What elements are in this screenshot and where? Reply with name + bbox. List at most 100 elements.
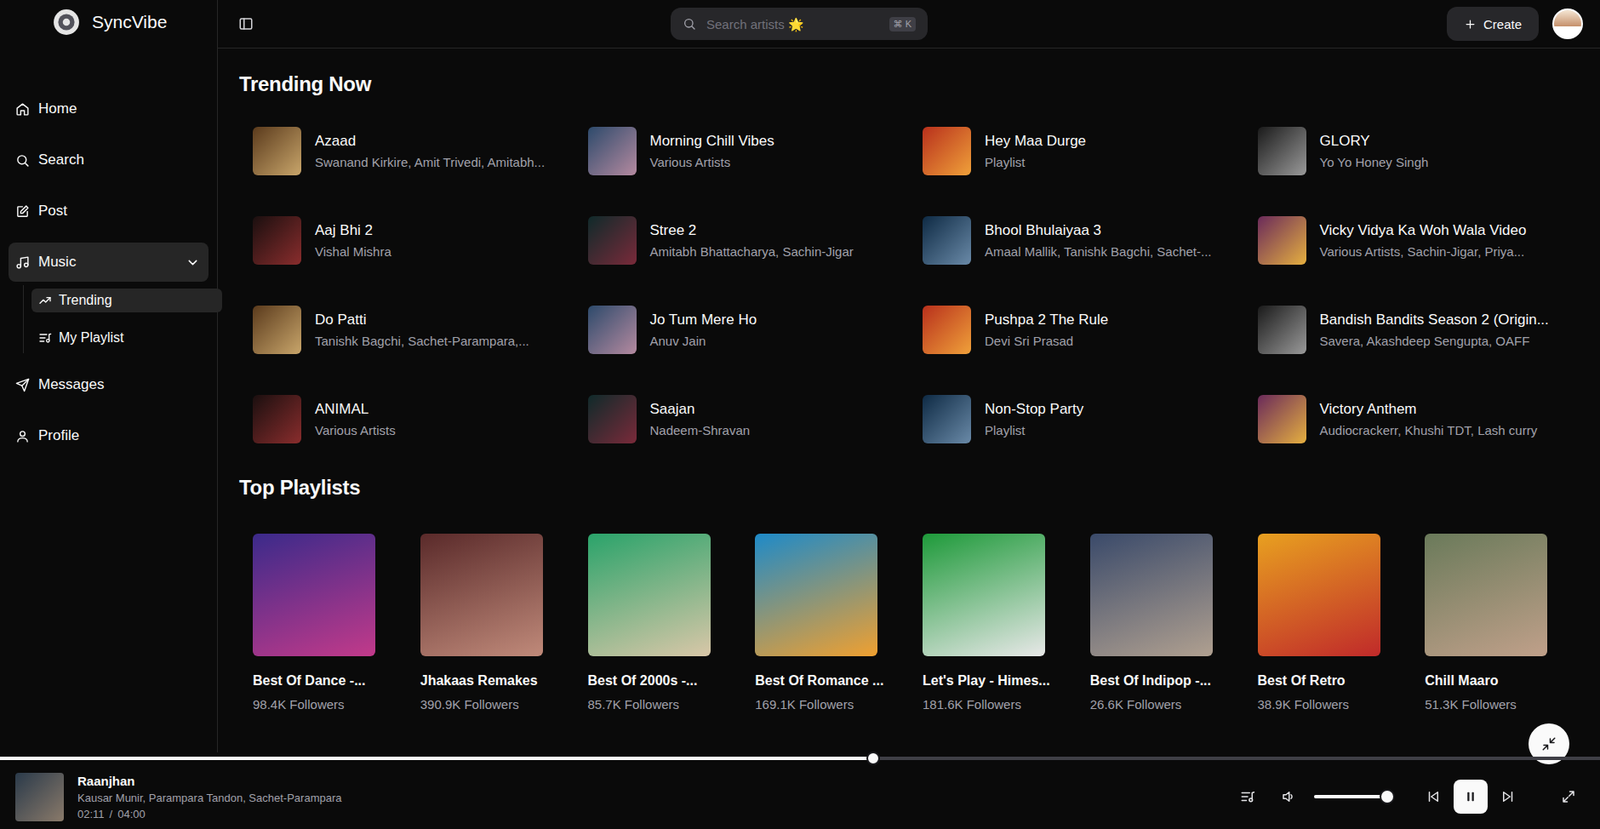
trending-text: Azaad Swanand Kirkire, Amit Trivedi, Amit…: [314, 132, 545, 170]
search-icon: [15, 153, 30, 168]
sidebar-item[interactable]: Home: [8, 89, 209, 129]
trending-item[interactable]: Bandish Bandits Season 2 (Origin...Saver…: [1244, 285, 1580, 375]
sidebar-subitem[interactable]: Trending: [31, 288, 223, 313]
logo[interactable]: SyncVibe: [8, 0, 209, 45]
track-artists: Kausar Munir, Parampara Tandon, Sachet-P…: [77, 791, 342, 805]
plus-icon: [1463, 17, 1477, 31]
trending-item[interactable]: Aaj Bhi 2Vishal Mishra: [239, 195, 575, 286]
minimize-icon: [1541, 736, 1557, 752]
trending-item[interactable]: Hey Maa Durge Playlist: [908, 106, 1245, 196]
trending-item[interactable]: Vicky Vidya Ka Woh Wala VideoVarious Art…: [1244, 195, 1580, 286]
progress-bar[interactable]: [0, 752, 1600, 765]
section-title: Trending Now: [239, 72, 1579, 97]
player-controls: [1227, 779, 1577, 814]
playlist-card[interactable]: Best Of 2000s -...85.7K Followers: [574, 533, 743, 712]
music-icon: [15, 255, 30, 270]
duration: 04:00: [117, 807, 146, 821]
trending-grid: Azaad Swanand Kirkire, Amit Trivedi, Amit…: [239, 106, 1579, 464]
shortcut-key: ⌘ K: [889, 17, 916, 32]
trending-item[interactable]: ANIMALVarious Artists: [239, 374, 575, 464]
volume-knob[interactable]: [1379, 788, 1395, 805]
playlist-followers: 51.3K Followers: [1424, 697, 1572, 712]
trending-item[interactable]: Bhool Bhulaiyaa 3Amaal Mallik, Tanishk B…: [908, 195, 1245, 286]
playlist-card[interactable]: Best Of Indipop -... 26.6K Followers: [1076, 533, 1245, 712]
avatar[interactable]: [1552, 8, 1583, 40]
sidebar-item[interactable]: Music: [8, 242, 209, 282]
playlist-card[interactable]: Best Of Retro38.9K Followers: [1244, 533, 1412, 712]
progress-knob[interactable]: [866, 751, 880, 766]
trending-title: Bandish Bandits Season 2 (Origin...: [1320, 311, 1549, 329]
trending-title: Victory Anthem: [1320, 400, 1538, 418]
trending-icon: [38, 293, 52, 308]
volume-slider[interactable]: [1314, 789, 1388, 804]
trending-text: Aaj Bhi 2Vishal Mishra: [314, 222, 392, 259]
send-icon: [15, 377, 30, 393]
trending-subtitle: Amaal Mallik, Tanishk Bagchi, Sachet-...: [984, 244, 1212, 259]
sidebar-item-label: Profile: [38, 427, 200, 445]
queue-icon[interactable]: [1240, 788, 1256, 805]
search-box: ⌘ K: [670, 7, 928, 40]
sidebar-item[interactable]: Search: [8, 140, 209, 180]
playlist-card[interactable]: Chill Maaro51.3K Followers: [1411, 533, 1579, 712]
trending-item[interactable]: Do PattiTanishk Bagchi, Sachet-Parampara…: [239, 285, 575, 375]
trending-text: Vicky Vidya Ka Woh Wala VideoVarious Art…: [1320, 222, 1527, 259]
trending-title: Pushpa 2 The Rule: [984, 311, 1109, 329]
search-icon: [682, 17, 697, 31]
sidebar-toggle-icon[interactable]: [238, 16, 254, 32]
trending-title: ANIMAL: [314, 400, 396, 418]
trending-item[interactable]: Victory AnthemAudiocrackerr, Khushi TDT,…: [1244, 374, 1580, 464]
playlist-title: Best Of Indipop -...: [1090, 673, 1238, 689]
trending-item[interactable]: Azaad Swanand Kirkire, Amit Trivedi, Amit…: [239, 106, 575, 196]
trending-item[interactable]: Non-Stop PartyPlaylist: [908, 374, 1245, 464]
sidebar-subitems: TrendingMy Playlist: [22, 285, 209, 354]
trending-text: Non-Stop PartyPlaylist: [984, 400, 1084, 438]
list-music-icon: [38, 331, 52, 345]
trending-title: Vicky Vidya Ka Woh Wala Video: [1320, 222, 1527, 240]
trending-text: SaajanNadeem-Shravan: [650, 400, 751, 438]
trending-item[interactable]: Jo Tum Mere HoAnuv Jain: [574, 285, 910, 375]
create-button[interactable]: Create: [1446, 6, 1539, 41]
volume-icon[interactable]: [1280, 788, 1297, 805]
trending-item[interactable]: SaajanNadeem-Shravan: [574, 374, 910, 464]
create-label: Create: [1483, 17, 1522, 32]
trending-text: ANIMALVarious Artists: [314, 400, 396, 438]
playlist-card[interactable]: Let's Play - Himes...181.6K Followers: [908, 533, 1077, 712]
trending-subtitle: Swanand Kirkire, Amit Trivedi, Amitabh..…: [314, 154, 545, 170]
playlist-card[interactable]: Best Of Romance ...169.1K Followers: [741, 533, 909, 712]
trending-text: Morning Chill VibesVarious Artists: [650, 132, 775, 170]
trending-title: Hey Maa Durge: [984, 132, 1086, 150]
sidebar-item-label: Music: [38, 253, 178, 271]
playlist-card[interactable]: Jhakaas Remakes390.9K Followers: [406, 533, 575, 712]
sidebar-subitem[interactable]: My Playlist: [31, 325, 223, 350]
play-pause-button[interactable]: [1453, 779, 1488, 814]
sidebar-item[interactable]: Profile: [8, 416, 209, 456]
trending-item[interactable]: GLORYYo Yo Honey Singh: [1244, 106, 1580, 196]
trending-subtitle: Playlist: [984, 154, 1086, 170]
playlist-cover: [922, 533, 1046, 657]
playlist-cover: [1424, 533, 1548, 657]
progress-fill: [0, 756, 874, 760]
track-time: 02:11/04:00: [77, 807, 342, 821]
cover-image: [922, 216, 972, 265]
sidebar-item[interactable]: Post: [8, 191, 209, 231]
previous-icon[interactable]: [1425, 788, 1441, 805]
trending-text: Do PattiTanishk Bagchi, Sachet-Parampara…: [314, 311, 530, 349]
trending-text: Bhool Bhulaiyaa 3Amaal Mallik, Tanishk B…: [984, 222, 1212, 259]
trending-item[interactable]: Stree 2Amitabh Bhattacharya, Sachin-Jiga…: [574, 195, 910, 286]
trending-subtitle: Anuv Jain: [650, 333, 758, 349]
playlist-followers: 26.6K Followers: [1090, 697, 1238, 712]
search-input[interactable]: [704, 16, 881, 33]
trending-title: Do Patti: [314, 311, 530, 329]
playlist-card[interactable]: Best Of Dance -...98.4K Followers: [239, 533, 407, 712]
volume-fill: [1314, 794, 1388, 799]
cover-image: [588, 305, 637, 355]
sidebar-item[interactable]: Messages: [8, 365, 209, 405]
sidebar-item-label: Messages: [38, 376, 200, 394]
trending-item[interactable]: Pushpa 2 The Rule Devi Sri Prasad: [908, 285, 1245, 375]
next-icon[interactable]: [1500, 788, 1516, 805]
trending-title: Azaad: [314, 132, 545, 150]
logo-text: SyncVibe: [91, 11, 167, 33]
trending-item[interactable]: Morning Chill VibesVarious Artists: [574, 106, 910, 196]
fullscreen-icon[interactable]: [1560, 788, 1577, 805]
trending-subtitle: Devi Sri Prasad: [984, 333, 1109, 349]
